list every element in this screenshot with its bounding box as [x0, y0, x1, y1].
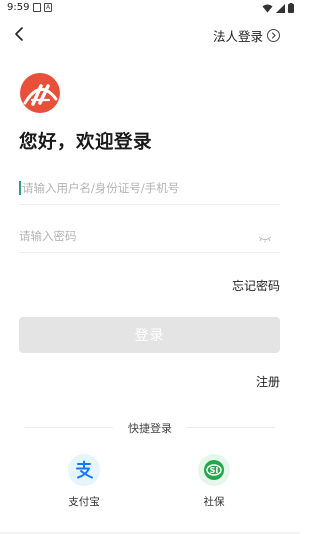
- register-link[interactable]: 注册: [256, 373, 280, 390]
- quick-login-label: 快捷登录: [128, 422, 172, 435]
- alipay-label: 支付宝: [68, 496, 100, 508]
- social-security-label: 社保: [203, 496, 225, 508]
- chevron-left-icon: [15, 27, 23, 41]
- status-time: 9:59: [7, 2, 30, 13]
- password-input[interactable]: [19, 221, 249, 251]
- brand-logo-icon: [19, 72, 61, 114]
- a-icon: A: [44, 3, 52, 12]
- login-button[interactable]: 登录: [19, 317, 280, 353]
- username-field-row: [19, 173, 280, 205]
- divider-line-right: [187, 427, 275, 428]
- nav-bar: 法人登录: [0, 22, 300, 46]
- circle-arrow-right-icon: [267, 29, 280, 42]
- battery-icon: [288, 3, 294, 13]
- alipay-login-button[interactable]: 支付宝: [54, 454, 114, 509]
- alipay-icon: [68, 454, 100, 486]
- password-toggle-button[interactable]: [258, 230, 272, 243]
- image-icon: [33, 3, 41, 12]
- status-left-icons: A: [33, 3, 52, 12]
- status-right-icons: [262, 3, 294, 13]
- quick-login-divider: 快捷登录: [25, 420, 275, 436]
- corp-login-label: 法人登录: [212, 29, 263, 44]
- corp-login-link[interactable]: 法人登录: [213, 26, 280, 45]
- wifi-icon: [262, 4, 273, 12]
- username-input[interactable]: [19, 173, 249, 203]
- forgot-password-link[interactable]: 忘记密码: [232, 277, 280, 294]
- status-bar: 9:59 A: [0, 0, 300, 16]
- password-field-row: [19, 221, 280, 253]
- page-title: 您好，欢迎登录: [19, 132, 153, 153]
- social-security-icon: SI: [198, 454, 230, 486]
- signal-icon: [276, 3, 285, 13]
- social-security-login-button[interactable]: SI 社保: [184, 454, 244, 509]
- svg-text:SI: SI: [210, 466, 219, 475]
- eye-closed-icon: [258, 236, 272, 243]
- back-button[interactable]: [10, 24, 30, 44]
- text-cursor: [19, 181, 21, 195]
